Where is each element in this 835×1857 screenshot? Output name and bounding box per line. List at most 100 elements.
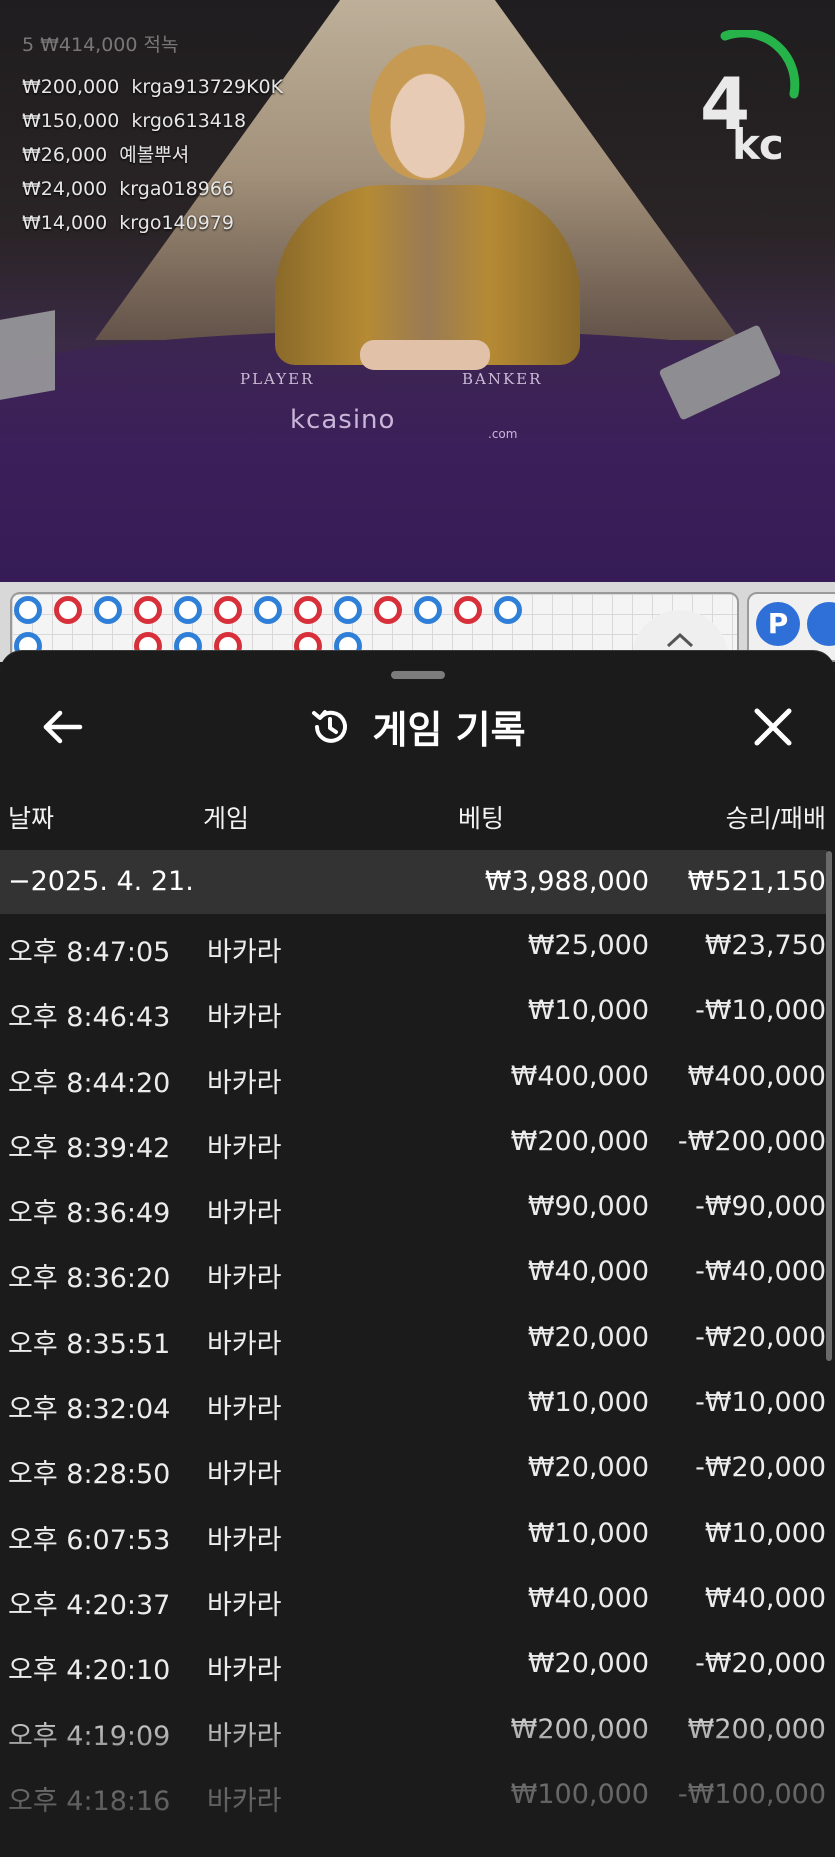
table-row[interactable]: 오후 4:20:10 바카라 ₩20,000 -₩20,000 xyxy=(0,1633,835,1698)
road-dot-banker xyxy=(134,596,162,624)
row-bet: ₩200,000 xyxy=(510,1125,649,1157)
row-time: 오후 8:28:50 xyxy=(8,1459,171,1491)
brand-logo: kc xyxy=(732,120,784,169)
row-bet: ₩10,000 xyxy=(527,1387,649,1419)
chevron-up-icon xyxy=(666,632,694,648)
table-header: 날짜 게임 베팅 승리/패배 xyxy=(0,799,835,839)
predict-player-button[interactable]: P xyxy=(756,602,800,646)
row-result: -₩40,000 xyxy=(695,1256,826,1288)
row-game: 바카라 xyxy=(207,1132,282,1164)
row-game: 바카라 xyxy=(207,1394,282,1426)
row-bet: ₩90,000 xyxy=(527,1191,649,1223)
row-result: -₩90,000 xyxy=(695,1191,826,1223)
close-icon[interactable] xyxy=(747,701,799,753)
row-time: 오후 8:44:20 xyxy=(8,1067,171,1099)
road-dot-banker xyxy=(54,596,82,624)
bettor-user: krga018966 xyxy=(119,178,234,200)
road-dot-player xyxy=(494,596,522,624)
table-row[interactable]: 오후 8:28:50 바카라 ₩20,000 -₩20,000 xyxy=(0,1437,835,1502)
road-dot-player xyxy=(334,596,362,624)
row-bet: ₩10,000 xyxy=(527,995,649,1027)
bettor-amount: ₩14,000 xyxy=(22,212,108,234)
row-result: ₩40,000 xyxy=(704,1582,826,1614)
road-dot-banker xyxy=(454,596,482,624)
row-game: 바카라 xyxy=(207,1720,282,1752)
road-dot-banker xyxy=(374,596,402,624)
bettor-row: ₩200,000 krga913729K0K xyxy=(22,70,283,104)
bettor-user: krgo613418 xyxy=(131,110,247,132)
bettor-amount: ₩26,000 xyxy=(22,144,108,166)
road-dot-player xyxy=(14,596,42,624)
sheet-header: 게임 기록 xyxy=(0,699,835,754)
row-bet: ₩20,000 xyxy=(527,1648,649,1680)
drag-handle[interactable] xyxy=(391,671,445,679)
row-result: -₩200,000 xyxy=(677,1125,826,1157)
row-game: 바카라 xyxy=(207,1655,282,1687)
bettor-row: ₩150,000 krgo613418 xyxy=(22,104,283,138)
bettor-row: ₩14,000 krgo140979 xyxy=(22,206,283,240)
table-row[interactable]: 오후 4:20:37 바카라 ₩40,000 ₩40,000 xyxy=(0,1568,835,1633)
bettor-amount: ₩150,000 xyxy=(22,110,120,132)
dealer-head xyxy=(370,45,485,180)
date-group-row[interactable]: −2025. 4. 21. ₩3,988,000 ₩521,150 xyxy=(0,850,827,914)
table-row[interactable]: 오후 4:18:16 바카라 ₩100,000 -₩100,000 xyxy=(0,1764,835,1829)
row-result: -₩20,000 xyxy=(695,1452,826,1484)
row-time: 오후 4:18:16 xyxy=(8,1785,171,1817)
row-time: 오후 8:47:05 xyxy=(8,937,171,968)
dealer xyxy=(275,185,580,365)
row-time: 오후 4:19:09 xyxy=(8,1720,171,1752)
table-player-label: PLAYER xyxy=(240,370,315,388)
sheet-title: 게임 기록 xyxy=(372,708,526,752)
row-time: 오후 4:20:37 xyxy=(8,1589,171,1621)
road-dot-player xyxy=(94,596,122,624)
row-bet: ₩200,000 xyxy=(510,1713,649,1745)
row-game: 바카라 xyxy=(207,1785,282,1817)
predict-banker-button[interactable] xyxy=(807,602,835,646)
row-result: ₩400,000 xyxy=(687,1060,826,1092)
header-date: 날짜 xyxy=(8,804,55,833)
table-row[interactable]: 오후 8:32:04 바카라 ₩10,000 -₩10,000 xyxy=(0,1372,835,1437)
bettor-user: krgo140979 xyxy=(119,212,234,234)
row-bet: ₩40,000 xyxy=(527,1256,649,1288)
row-time: 오후 8:36:49 xyxy=(8,1198,171,1230)
table-row[interactable]: 오후 8:46:43 바카라 ₩10,000 -₩10,000 xyxy=(0,980,835,1045)
date-group-bet-total: ₩3,988,000 xyxy=(484,866,649,897)
row-bet: ₩100,000 xyxy=(510,1778,649,1810)
row-game: 바카라 xyxy=(207,1328,282,1360)
bettor-row: ₩26,000 예볼뿌셔 xyxy=(22,138,283,172)
table-row[interactable]: 오후 4:19:09 바카라 ₩200,000 ₩200,000 xyxy=(0,1699,835,1764)
row-bet: ₩40,000 xyxy=(527,1582,649,1614)
bettor-amount: ₩200,000 xyxy=(22,76,120,98)
row-game: 바카라 xyxy=(207,937,282,968)
header-game: 게임 xyxy=(203,804,250,833)
row-time: 오후 8:46:43 xyxy=(8,1002,171,1034)
table-row[interactable]: 오후 8:36:49 바카라 ₩90,000 -₩90,000 xyxy=(0,1176,835,1241)
row-bet: ₩20,000 xyxy=(527,1452,649,1484)
table-row[interactable]: 오후 6:07:53 바카라 ₩10,000 ₩10,000 xyxy=(0,1503,835,1568)
row-result: -₩10,000 xyxy=(695,995,826,1027)
date-group-result-total: ₩521,150 xyxy=(687,866,826,897)
table-row[interactable]: 오후 8:47:05 바카라 ₩25,000 ₩23,750 xyxy=(0,915,835,980)
scrollbar[interactable] xyxy=(826,851,832,1361)
table-row[interactable]: 오후 8:44:20 바카라 ₩400,000 ₩400,000 xyxy=(0,1046,835,1111)
table-logo-sub: .com xyxy=(488,427,518,441)
bettor-row: ₩24,000 krga018966 xyxy=(22,172,283,206)
date-group-label: −2025. 4. 21. xyxy=(8,866,194,897)
row-bet: ₩10,000 xyxy=(527,1517,649,1549)
bettor-list: ₩200,000 krga913729K0K ₩150,000 krgo613418… xyxy=(22,70,283,240)
row-game: 바카라 xyxy=(207,1198,282,1230)
game-history-sheet: 게임 기록 날짜 게임 베팅 승리/패배 −2025. 4. 21. ₩3,98… xyxy=(0,650,835,1857)
live-video: PLAYER BANKER kcasino .com 5 ₩414,000 적녹… xyxy=(0,0,835,582)
row-result: -₩20,000 xyxy=(695,1321,826,1353)
table-row[interactable]: 오후 8:36:20 바카라 ₩40,000 -₩40,000 xyxy=(0,1241,835,1306)
table-row[interactable]: 오후 8:35:51 바카라 ₩20,000 -₩20,000 xyxy=(0,1307,835,1372)
row-game: 바카라 xyxy=(207,1589,282,1621)
row-result: ₩23,750 xyxy=(704,930,826,961)
table-row[interactable]: 오후 8:39:42 바카라 ₩200,000 -₩200,000 xyxy=(0,1111,835,1176)
row-bet: ₩400,000 xyxy=(510,1060,649,1092)
row-game: 바카라 xyxy=(207,1459,282,1491)
row-time: 오후 6:07:53 xyxy=(8,1524,171,1556)
header-result: 승리/패배 xyxy=(725,804,826,833)
row-result: -₩100,000 xyxy=(677,1778,826,1810)
table-banker-label: BANKER xyxy=(462,370,543,388)
